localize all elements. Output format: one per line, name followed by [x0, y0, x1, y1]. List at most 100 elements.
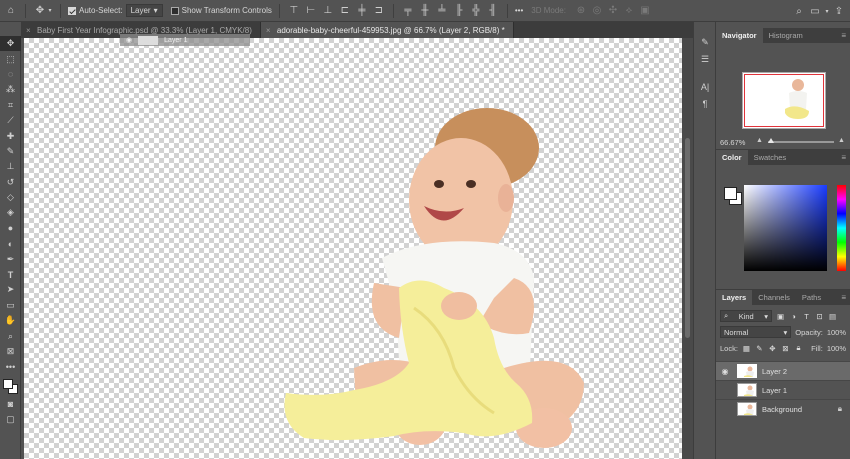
adjustments-button[interactable]: ☰ [694, 51, 716, 68]
foreground-color-swatch[interactable] [3, 378, 13, 389]
color-swatches[interactable] [0, 375, 21, 397]
eyedropper-tool[interactable]: ⟋ [0, 113, 21, 128]
navigator-zoom-value[interactable]: 66.67% [720, 138, 745, 147]
eraser-tool[interactable]: ◇ [0, 190, 21, 205]
scale-3d-icon[interactable]: ▣ [638, 4, 652, 18]
edit-toolbar-button[interactable]: ••• [0, 359, 21, 374]
align-top-icon[interactable]: ⊤ [287, 4, 301, 18]
tab-navigator[interactable]: Navigator [716, 28, 763, 43]
drag-3d-icon[interactable]: ✣ [606, 4, 620, 18]
tab-swatches[interactable]: Swatches [748, 150, 793, 165]
chevron-down-icon[interactable]: ▾ [824, 4, 830, 18]
align-right-icon[interactable]: ⊐ [372, 4, 386, 18]
move-tool[interactable]: ✥ [0, 36, 21, 52]
screen-mode-button[interactable]: ▢ [0, 412, 21, 427]
clone-stamp-tool[interactable]: ⊥ [0, 159, 21, 174]
auto-select-checkbox[interactable]: Auto-Select: Layer ▾ [64, 0, 167, 22]
lock-position-icon[interactable]: ✥ [768, 344, 777, 353]
tab-color[interactable]: Color [716, 150, 748, 165]
brush-settings-button[interactable]: ✎ [694, 34, 716, 51]
panel-menu-icon[interactable]: ≡ [841, 28, 850, 43]
layer-row-layer-1[interactable]: Layer 1 [716, 380, 850, 399]
character-panel-button[interactable]: A| [694, 78, 716, 95]
tab-channels[interactable]: Channels [752, 290, 796, 305]
crop-tool[interactable]: ⌗ [0, 98, 21, 113]
share-icon[interactable]: ⇪ [832, 4, 846, 18]
layer-filter-kind-dropdown[interactable]: ⌕ Kind ▾ [720, 310, 772, 322]
distribute-center-icon[interactable]: ╫ [418, 4, 432, 18]
move-tool-preset[interactable]: ✥ ▾ [29, 0, 57, 22]
workspace-icon[interactable]: ▭ [808, 4, 822, 18]
zoom-tool[interactable]: ⌕ [0, 328, 21, 343]
navigator-thumbnail[interactable] [742, 72, 826, 129]
lock-artboard-icon[interactable]: ⊠ [781, 344, 790, 353]
frame-tool[interactable]: ⊠ [0, 344, 21, 359]
lock-all-icon[interactable]: 🔒︎ [794, 343, 803, 353]
type-tool[interactable]: T [0, 267, 21, 282]
hue-slider[interactable] [837, 185, 846, 271]
more-options-button[interactable]: ••• [511, 0, 527, 22]
layer-row-background[interactable]: Background 🔒︎ [716, 399, 850, 418]
filter-shape-icon[interactable]: ⊡ [815, 312, 824, 321]
opacity-value[interactable]: 100% [827, 328, 846, 337]
blur-tool[interactable]: ● [0, 221, 21, 236]
lock-image-icon[interactable]: ✎ [755, 344, 764, 353]
panel-menu-icon[interactable]: ≡ [841, 150, 850, 165]
filter-smart-object-icon[interactable]: ▤ [828, 312, 837, 321]
distribute-top-icon[interactable]: ╤ [401, 4, 415, 18]
dodge-tool[interactable]: ◐ [0, 236, 21, 251]
distribute-middle-icon[interactable]: ╬ [469, 4, 483, 18]
panel-menu-icon[interactable]: ≡ [841, 290, 850, 305]
auto-select-dropdown[interactable]: Layer ▾ [125, 4, 163, 17]
canvas-vertical-scrollbar[interactable] [682, 38, 693, 459]
distribute-left-icon[interactable]: ╟ [452, 4, 466, 18]
document-canvas[interactable] [24, 38, 682, 459]
orbit-3d-icon[interactable]: ⊛ [574, 4, 588, 18]
color-picker-field[interactable] [744, 185, 827, 271]
layer-name[interactable]: Background [762, 405, 802, 414]
zoom-in-icon[interactable]: ▲ [838, 137, 845, 144]
show-transform-controls-checkbox[interactable]: Show Transform Controls [167, 0, 276, 22]
hand-tool[interactable]: ✋ [0, 313, 21, 328]
healing-brush-tool[interactable]: ✚ [0, 128, 21, 143]
zoom-out-icon[interactable]: ▲ [756, 137, 763, 144]
lasso-tool[interactable]: ◌ [0, 67, 21, 82]
tab-paths[interactable]: Paths [796, 290, 827, 305]
rectangle-tool[interactable]: ▭ [0, 298, 21, 313]
fill-value[interactable]: 100% [827, 344, 846, 353]
blend-mode-dropdown[interactable]: Normal ▾ [720, 326, 792, 338]
tab-adorable-baby-cheerful[interactable]: × adorable-baby-cheerful-459953.jpg @ 66… [260, 22, 514, 38]
brush-tool[interactable]: ✎ [0, 144, 21, 159]
slider-knob[interactable] [768, 138, 774, 143]
layer-row-layer-2[interactable]: ◉ Layer 2 [716, 361, 850, 380]
align-vertical-center-icon[interactable]: ⊢ [304, 4, 318, 18]
lock-transparent-icon[interactable]: ▦ [742, 344, 751, 353]
layer-name[interactable]: Layer 2 [762, 367, 787, 376]
paragraph-panel-button[interactable]: ¶ [694, 95, 716, 112]
navigator-view-box[interactable] [744, 74, 824, 127]
distribute-bottom-icon[interactable]: ╧ [435, 4, 449, 18]
quick-mask-button[interactable]: ◙ [0, 397, 21, 412]
search-icon[interactable]: ⌕ [792, 4, 806, 18]
tab-histogram[interactable]: Histogram [763, 28, 809, 43]
roll-3d-icon[interactable]: ◎ [590, 4, 604, 18]
layer-name[interactable]: Layer 1 [762, 386, 787, 395]
tab-layers[interactable]: Layers [716, 290, 753, 305]
distribute-right-icon[interactable]: ╢ [486, 4, 500, 18]
history-brush-tool[interactable]: ↺ [0, 175, 21, 190]
path-selection-tool[interactable]: ➤ [0, 282, 21, 297]
align-horizontal-center-icon[interactable]: ╪ [355, 4, 369, 18]
close-icon[interactable]: × [26, 26, 31, 35]
align-left-icon[interactable]: ⊏ [338, 4, 352, 18]
home-button[interactable]: ⌂ [0, 0, 22, 22]
filter-adjustment-icon[interactable]: ◑ [789, 312, 798, 321]
foreground-color-swatch[interactable] [724, 187, 737, 200]
filter-pixel-icon[interactable]: ▣ [776, 312, 785, 321]
magic-wand-tool[interactable]: ⁂ [0, 82, 21, 97]
filter-type-icon[interactable]: T [802, 312, 811, 321]
eye-icon[interactable]: ◉ [716, 367, 734, 376]
marquee-tool[interactable]: ⬚ [0, 51, 21, 66]
slide-3d-icon[interactable]: ⟡ [622, 4, 636, 18]
close-icon[interactable]: × [266, 26, 271, 35]
align-bottom-icon[interactable]: ⊥ [321, 4, 335, 18]
